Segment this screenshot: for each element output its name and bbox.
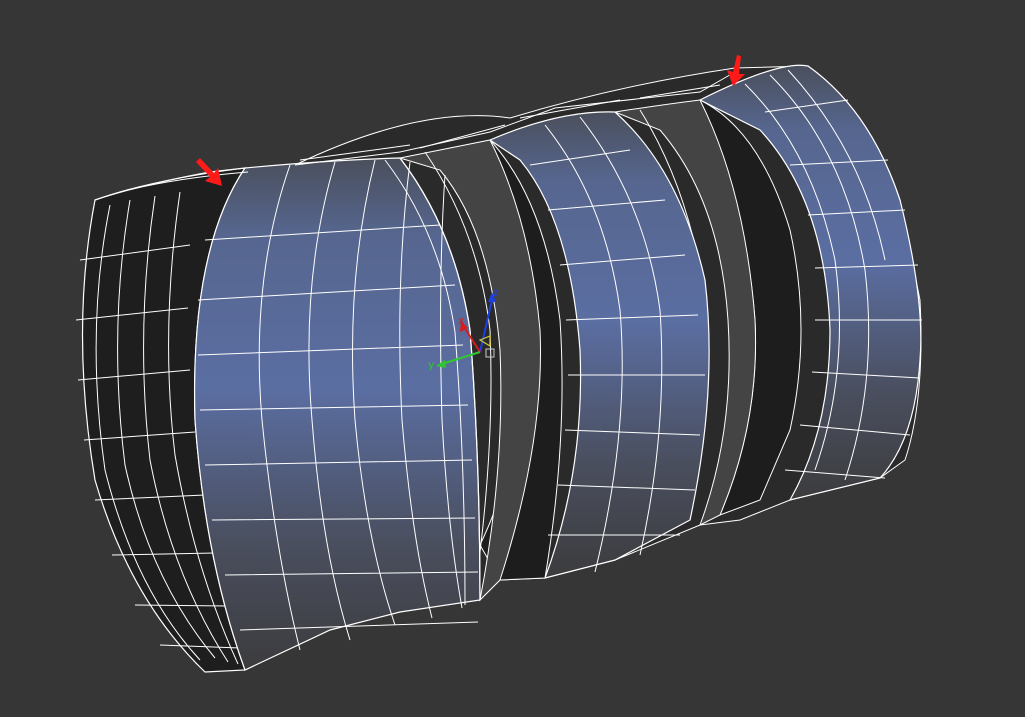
x-axis-label: x [458, 314, 465, 327]
ring-1 [194, 157, 481, 671]
mesh-canvas[interactable]: z x y [0, 0, 1025, 717]
z-axis-label: z [493, 286, 499, 299]
3d-viewport[interactable]: z x y [0, 0, 1025, 717]
y-axis-label: y [428, 358, 435, 371]
